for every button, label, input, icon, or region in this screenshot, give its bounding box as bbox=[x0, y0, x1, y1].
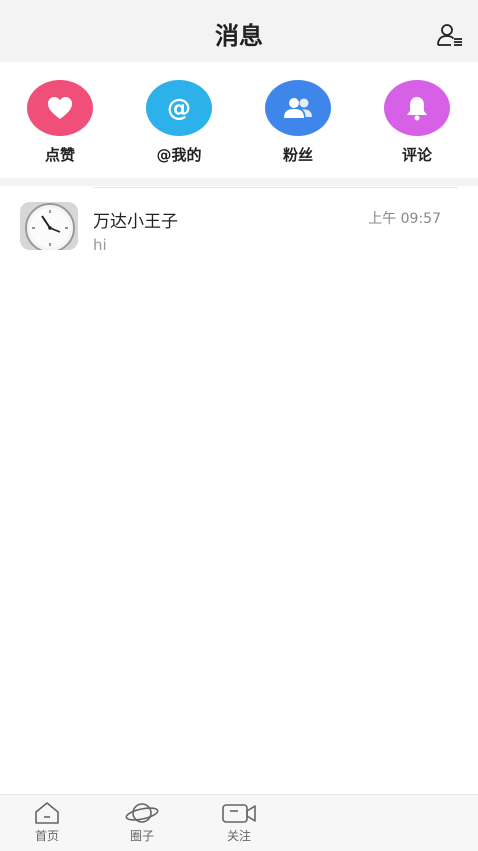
list-divider bbox=[92, 187, 458, 188]
page-title: 消息 bbox=[215, 22, 263, 50]
nav-label: 首页 bbox=[34, 829, 59, 843]
shortcut-likes[interactable]: 点赞 bbox=[15, 80, 105, 165]
section-separator bbox=[0, 178, 478, 186]
nav-label: 关注 bbox=[226, 829, 251, 843]
contact-name: 万达小王子 bbox=[93, 212, 178, 232]
shortcut-fans[interactable]: 粉丝 bbox=[253, 80, 343, 165]
mentions-circle: @ bbox=[146, 80, 212, 136]
video-camera-icon bbox=[222, 804, 256, 823]
contacts-button[interactable] bbox=[436, 21, 464, 49]
home-icon bbox=[35, 802, 59, 824]
header-bar: 消息 bbox=[0, 0, 478, 62]
heart-icon bbox=[48, 97, 72, 119]
message-time: 上午 09:57 bbox=[368, 211, 441, 227]
shortcut-label: 评论 bbox=[401, 146, 432, 164]
nav-circle[interactable]: 圈子 bbox=[117, 801, 167, 844]
shortcut-label: @我的 bbox=[156, 146, 202, 164]
nav-label: 圈子 bbox=[129, 829, 154, 843]
clock-avatar bbox=[20, 202, 78, 250]
fans-circle bbox=[265, 80, 331, 136]
shortcut-label: 点赞 bbox=[44, 146, 75, 164]
shortcut-mentions[interactable]: @ @我的 bbox=[134, 80, 224, 165]
contacts-icon bbox=[437, 24, 462, 46]
users-icon bbox=[284, 98, 312, 118]
bell-icon bbox=[407, 97, 427, 121]
planet-icon bbox=[125, 803, 159, 823]
conversation-item[interactable]: 万达小王子 上午 09:57 hi bbox=[0, 190, 478, 270]
shortcut-bar: 点赞 @ @我的 粉丝 评论 bbox=[0, 62, 478, 178]
shortcut-label: 粉丝 bbox=[282, 146, 313, 164]
shortcut-comments[interactable]: 评论 bbox=[372, 80, 462, 165]
comments-circle bbox=[384, 80, 450, 136]
likes-circle bbox=[27, 80, 93, 136]
nav-home[interactable]: 首页 bbox=[22, 801, 72, 844]
at-icon: @ bbox=[167, 94, 191, 122]
nav-follow[interactable]: 关注 bbox=[214, 801, 264, 844]
message-preview: hi bbox=[93, 236, 107, 254]
avatar bbox=[20, 202, 78, 250]
svg-text:@: @ bbox=[167, 94, 191, 122]
bottom-nav: 首页 圈子 关注 bbox=[0, 794, 478, 851]
